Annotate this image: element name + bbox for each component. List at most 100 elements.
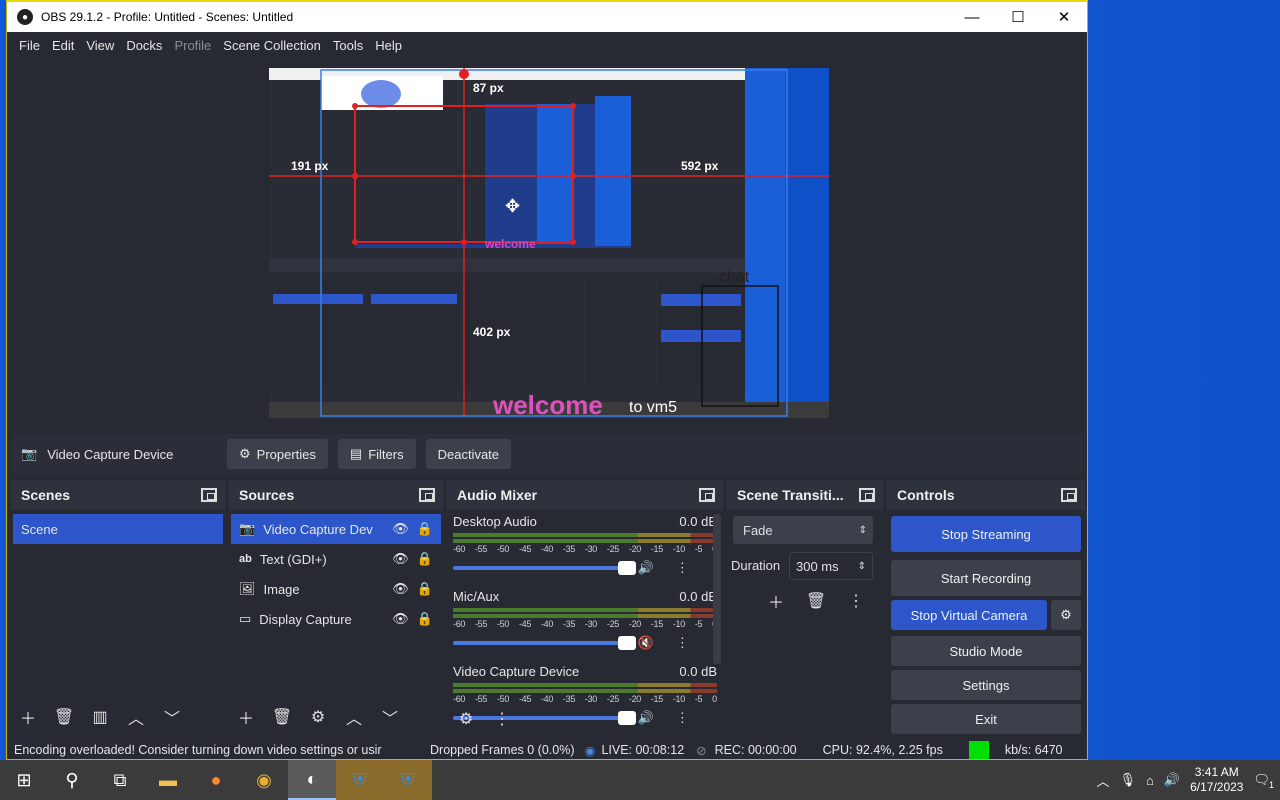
volume-slider-thumb[interactable] — [617, 711, 636, 725]
channel-menu-icon[interactable]: ⋮ — [676, 710, 689, 726]
scene-item[interactable]: Scene — [13, 514, 223, 544]
status-message: Encoding overloaded! Consider turning do… — [14, 743, 382, 757]
source-item[interactable]: 📷 Video Capture Dev 👁 🔒 — [231, 514, 441, 544]
duration-spinbox[interactable]: 300 ms ⇕ — [789, 552, 873, 580]
microphone-icon[interactable]: 🎙 — [1120, 772, 1137, 788]
undock-icon[interactable] — [201, 488, 217, 502]
undock-icon[interactable] — [1061, 488, 1077, 502]
search-icon[interactable]: ⚲ — [48, 760, 96, 800]
transition-select[interactable]: Fade ⇕ — [733, 516, 873, 544]
remove-scene-button[interactable]: 🗑 — [51, 704, 77, 730]
speaker-icon[interactable]: 🔊 — [638, 710, 654, 726]
add-source-button[interactable]: ＋ — [233, 704, 259, 730]
eye-icon[interactable]: 👁 — [392, 581, 409, 597]
notification-icon[interactable]: 🗨 1 — [1253, 772, 1274, 790]
menu-tools[interactable]: Tools — [327, 38, 369, 53]
task-view-icon[interactable]: ⧉ — [96, 760, 144, 800]
maximize-button[interactable]: ☐ — [995, 2, 1041, 32]
speaker-icon[interactable]: 🔊 — [1164, 772, 1180, 788]
clock[interactable]: 3:41 AM 6/17/2023 — [1190, 765, 1243, 795]
camera-icon: 📷 — [21, 446, 38, 461]
speaker-muted-icon[interactable]: 🔇 — [638, 635, 654, 651]
meter-tick: -50 — [496, 544, 510, 554]
security-shield-icon-2[interactable]: ⛨ — [384, 760, 432, 800]
source-item-label: Display Capture — [259, 611, 352, 627]
source-properties-button[interactable]: ⚙ — [305, 704, 331, 730]
move-source-up-button[interactable]: ︿ — [341, 704, 367, 730]
studio-mode-button[interactable]: Studio Mode — [891, 636, 1081, 666]
advanced-audio-settings-button[interactable]: ⚙ — [453, 706, 479, 732]
program-preview[interactable]: 87 px 191 px 592 px 402 px welcome welco… — [269, 68, 829, 418]
volume-slider-thumb[interactable] — [617, 636, 636, 650]
meter-tick: -40 — [540, 619, 554, 629]
remove-source-button[interactable]: 🗑 — [269, 704, 295, 730]
undock-icon[interactable] — [419, 488, 435, 502]
source-item[interactable]: 🖼 Image 👁 🔒 — [231, 574, 441, 604]
undock-icon[interactable] — [699, 488, 715, 502]
source-item[interactable]: ab Text (GDI+) 👁 🔒 — [231, 544, 441, 574]
eye-icon[interactable]: 👁 — [392, 551, 409, 567]
image-icon: 🖼 — [239, 581, 256, 596]
audio-mixer-dock: Audio Mixer Desktop Audio 0.0 dB -60 -55-… — [447, 480, 723, 736]
mixer-scrollbar[interactable] — [713, 514, 721, 664]
notification-count: 1 — [1268, 780, 1274, 790]
volume-meter — [453, 539, 717, 543]
move-scene-up-button[interactable]: ︿ — [123, 704, 149, 730]
move-source-down-button[interactable]: ﹀ — [377, 704, 403, 730]
remove-transition-button[interactable]: 🗑 — [803, 588, 829, 614]
stop-streaming-button[interactable]: Stop Streaming — [891, 516, 1081, 552]
volume-slider[interactable] — [453, 636, 636, 650]
taskbar: ⊞ ⚲ ⧉ ▬ ● ◉ ◐ ⛨ ⛨ ︿ 🎙 ⌂ 🔊 3:41 AM 6/17/2… — [0, 760, 1280, 800]
eye-icon[interactable]: 👁 — [392, 521, 409, 537]
chevron-up-icon[interactable]: ︿ — [1097, 771, 1110, 790]
menu-help[interactable]: Help — [369, 38, 408, 53]
transition-menu-button[interactable]: ⋮ — [843, 588, 869, 614]
security-shield-icon[interactable]: ⛨ — [336, 760, 384, 800]
stop-virtual-camera-button[interactable]: Stop Virtual Camera — [891, 600, 1047, 630]
preview-area[interactable]: 87 px 191 px 592 px 402 px welcome welco… — [7, 58, 1087, 432]
scenes-dock: Scenes Scene ＋ 🗑 ▥ ︿ ﹀ — [11, 480, 225, 736]
lock-icon[interactable]: 🔒 — [417, 611, 433, 627]
undock-icon[interactable] — [859, 488, 875, 502]
channel-menu-icon[interactable]: ⋮ — [676, 560, 689, 576]
volume-slider[interactable] — [453, 561, 636, 575]
menu-docks[interactable]: Docks — [120, 38, 168, 53]
menu-file[interactable]: File — [13, 38, 46, 53]
move-scene-down-button[interactable]: ﹀ — [159, 704, 185, 730]
menu-scene-collection[interactable]: Scene Collection — [217, 38, 327, 53]
meter-tick: -15 — [650, 544, 663, 554]
meter-tick: -35 — [562, 694, 576, 704]
deactivate-button[interactable]: Deactivate — [425, 439, 512, 469]
add-scene-button[interactable]: ＋ — [15, 704, 41, 730]
lock-icon[interactable]: 🔒 — [417, 521, 433, 537]
lock-icon[interactable]: 🔒 — [417, 581, 433, 597]
lock-icon[interactable]: 🔒 — [417, 551, 433, 567]
scene-filters-button[interactable]: ▥ — [87, 704, 113, 730]
firefox-icon[interactable]: ● — [192, 760, 240, 800]
file-explorer-icon[interactable]: ▬ — [144, 760, 192, 800]
volume-slider-thumb[interactable] — [617, 561, 636, 575]
close-button[interactable]: ✕ — [1041, 2, 1087, 32]
network-icon[interactable]: ⌂ — [1146, 773, 1154, 788]
chevron-updown-icon[interactable]: ⇕ — [858, 561, 866, 572]
channel-menu-icon[interactable]: ⋮ — [676, 635, 689, 651]
filters-button[interactable]: ▤ Filters — [337, 439, 416, 469]
menu-profile[interactable]: Profile — [168, 38, 217, 53]
menu-view[interactable]: View — [80, 38, 120, 53]
source-item[interactable]: ▭ Display Capture 👁 🔒 — [231, 604, 441, 634]
start-recording-button[interactable]: Start Recording — [891, 560, 1081, 596]
minimize-button[interactable]: — — [949, 2, 995, 32]
mixer-menu-button[interactable]: ⋮ — [489, 706, 515, 732]
eye-icon[interactable]: 👁 — [392, 611, 409, 627]
speaker-icon[interactable]: 🔊 — [638, 560, 654, 576]
settings-button[interactable]: Settings — [891, 670, 1081, 700]
properties-button[interactable]: ⚙ Properties — [227, 439, 328, 469]
menu-edit[interactable]: Edit — [46, 38, 80, 53]
chrome-icon[interactable]: ◉ — [240, 760, 288, 800]
exit-button[interactable]: Exit — [891, 704, 1081, 734]
virtual-camera-settings-button[interactable]: ⚙ — [1051, 600, 1081, 630]
meter-tick: -45 — [518, 544, 532, 554]
add-transition-button[interactable]: ＋ — [763, 588, 789, 614]
windows-start-icon[interactable]: ⊞ — [0, 760, 48, 800]
obs-taskbar-icon[interactable]: ◐ — [288, 760, 336, 800]
